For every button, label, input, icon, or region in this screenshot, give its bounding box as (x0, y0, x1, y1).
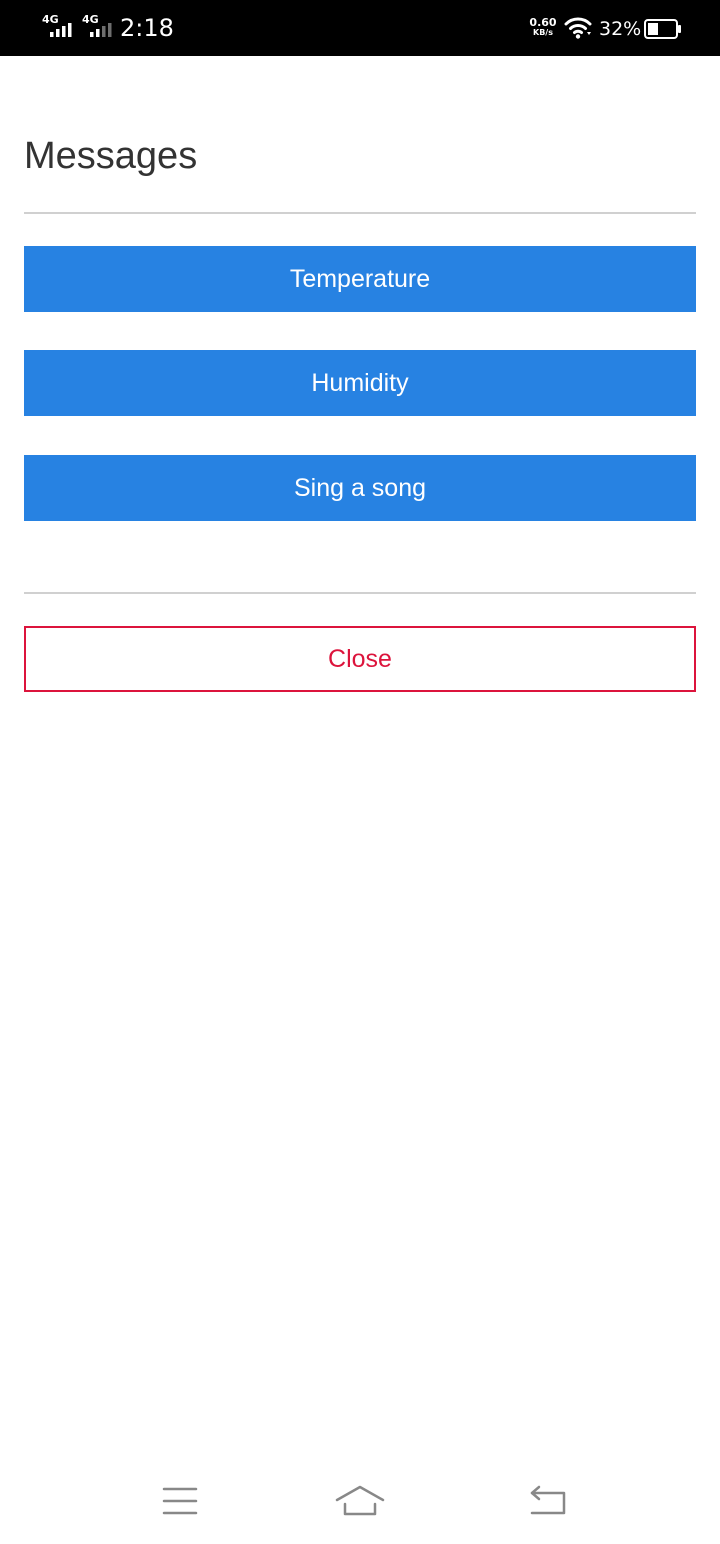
home-icon (335, 1485, 385, 1516)
signal-icon (50, 23, 72, 37)
back-icon (530, 1485, 566, 1515)
divider-top (24, 212, 696, 214)
status-bar: 4G 4G 2:18 0.60 KB/s 32% (0, 0, 720, 56)
wifi-icon (564, 17, 592, 39)
battery-percent: 32% (599, 18, 642, 40)
home-button[interactable] (330, 1480, 390, 1524)
network-speed: 0.60 KB/s (526, 17, 560, 37)
network-speed-value: 0.60 (529, 16, 557, 29)
divider-bottom (24, 592, 696, 594)
navigation-bar (0, 1460, 720, 1544)
menu-button[interactable] (150, 1480, 210, 1524)
menu-icon (162, 1487, 198, 1515)
sing-a-song-button[interactable]: Sing a song (24, 455, 696, 521)
humidity-button[interactable]: Humidity (24, 350, 696, 416)
network-speed-unit: KB/s (533, 28, 553, 37)
network-signal-2: 4G (82, 14, 116, 40)
signal-icon (90, 23, 112, 37)
network-signal-1: 4G (42, 14, 76, 40)
back-button[interactable] (518, 1480, 578, 1524)
status-time: 2:18 (120, 14, 174, 42)
battery-icon (644, 19, 681, 39)
page-title: Messages (24, 135, 198, 177)
temperature-button[interactable]: Temperature (24, 246, 696, 312)
close-button[interactable]: Close (24, 626, 696, 692)
